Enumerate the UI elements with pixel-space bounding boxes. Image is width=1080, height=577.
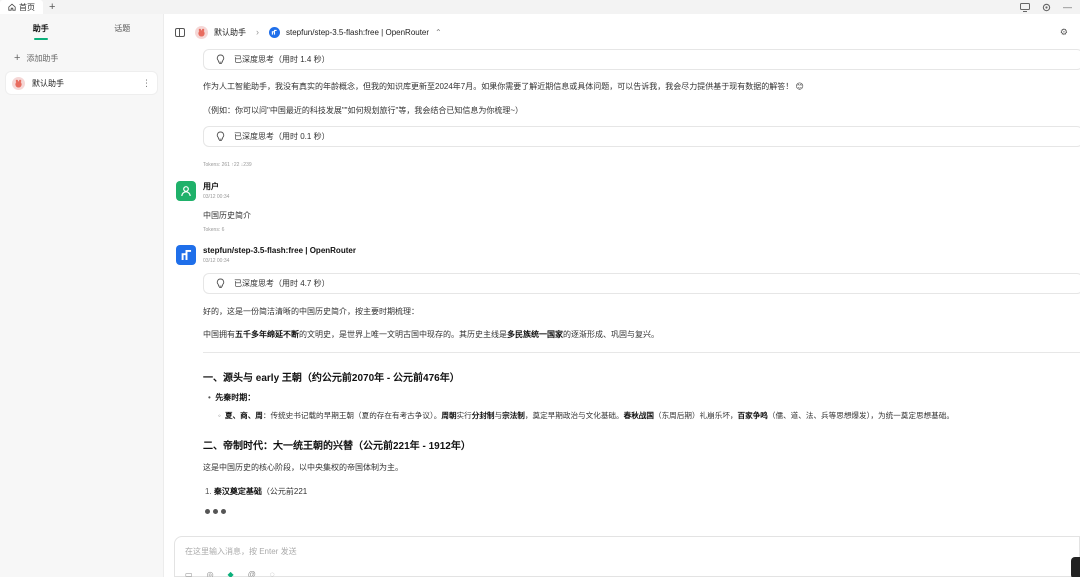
reply-text: 作为人工智能助手，我没有真实的年龄概念，但我的知识库更新至2024年7月。如果你… — [203, 82, 794, 91]
web-search-icon[interactable]: ◎ — [207, 570, 214, 577]
typing-indicator — [205, 509, 226, 514]
answer-intro: 好的，这是一份简洁清晰的中国历史简介，按主要时期梳理： — [203, 307, 419, 316]
user-message-text: 中国历史简介 — [203, 211, 251, 220]
model-avatar-icon — [176, 245, 196, 265]
more-icon[interactable]: ⋮ — [142, 78, 151, 89]
new-tab-plus-icon[interactable]: + — [49, 1, 55, 13]
text: 的逐渐形成、巩固与复兴。 — [563, 330, 659, 339]
monitor-icon[interactable] — [1020, 2, 1030, 12]
text: ：传统史书记载的早期王朝（夏的存在有考古争议）。 — [262, 411, 442, 420]
text: （东周后期）礼崩乐坏， — [653, 411, 738, 420]
thinking-block[interactable]: 已深度思考（用时 0.1 秒） — [203, 126, 1080, 147]
bold-text: 分封制 — [471, 411, 495, 420]
assistant-name: 默认助手 — [32, 78, 64, 88]
assistant-avatar-icon — [195, 25, 208, 39]
bold-text: 夏、商、周 — [224, 411, 263, 420]
tab-assistants[interactable]: 助手 — [0, 14, 82, 46]
bold-text: 秦汉奠定基础 — [213, 487, 262, 496]
thinking-block[interactable]: 已深度思考（用时 4.7 秒） — [203, 273, 1080, 294]
bold-text: 多民族统一国家 — [507, 330, 563, 339]
bold-text: 周朝 — [441, 411, 457, 420]
text: ，奠定早期政治与文化基础。 — [524, 411, 624, 420]
text: （儒、道、法、兵等思想爆发），为统一奠定思想基础。 — [767, 411, 954, 420]
message-list: 已深度思考（用时 1.4 秒） 作为人工智能助手，我没有真实的年龄概念，但我的知… — [164, 46, 1080, 536]
model-logo-icon — [269, 26, 280, 38]
message-input-box[interactable]: 在这里输入消息，按 Enter 发送 ▭ ◎ ◆ @ ◌ — [174, 536, 1080, 577]
text: 的文明史，是世界上唯一文明古国中现存的。其历史主线是 — [299, 330, 507, 339]
mention-icon[interactable]: @ — [248, 570, 256, 577]
lightbulb-icon — [216, 54, 225, 64]
chat-header: 默认助手 › stepfun/step-3.5-flash:free | Ope… — [164, 14, 1080, 50]
token-count: Tokens: 261 ↑22 ↓239 — [203, 162, 252, 168]
chevron-right-icon: › — [256, 27, 259, 37]
smile-emoji-icon: 😊 — [795, 82, 804, 91]
sidebar-toggle-icon[interactable] — [175, 27, 185, 37]
bold-text: 百家争鸣 — [737, 411, 768, 420]
gear-icon[interactable] — [1042, 3, 1051, 12]
thinking-label: 已深度思考（用时 4.7 秒） — [234, 279, 330, 288]
text: 实行 — [456, 411, 472, 420]
lightbulb-icon — [216, 278, 225, 288]
model-selector[interactable]: stepfun/step-3.5-flash:free | OpenRouter — [286, 28, 429, 37]
assistant-avatar-icon — [12, 76, 25, 90]
bold-text: 宗法制 — [502, 411, 525, 420]
add-assistant-button[interactable]: + 添加助手 — [0, 46, 163, 70]
plus-icon: + — [14, 52, 21, 64]
home-icon — [8, 3, 16, 11]
token-count: Tokens: 6 — [203, 227, 225, 233]
header-assistant-name[interactable]: 默认助手 — [214, 27, 246, 38]
bullet-label: 先秦时期： — [215, 393, 256, 402]
add-assistant-label: 添加助手 — [26, 53, 59, 63]
reply-paragraph: 作为人工智能助手，我没有真实的年龄概念，但我的知识库更新至2024年7月。如果你… — [203, 81, 804, 92]
message-input[interactable]: 在这里输入消息，按 Enter 发送 — [185, 546, 297, 557]
sliders-icon[interactable]: ⚙ — [1060, 27, 1068, 38]
section-intro: 这是中国历史的核心阶段，以中央集权的帝国体制为主。 — [203, 463, 403, 472]
section-heading: 一、源头与 early 王朝（约公元前2070年 - 公元前476年） — [203, 373, 460, 384]
assistant-item-default[interactable]: 默认助手 ⋮ — [6, 72, 157, 94]
thinking-label: 已深度思考（用时 1.4 秒） — [234, 55, 330, 64]
model-name: stepfun/step-3.5-flash:free | OpenRouter — [203, 246, 356, 255]
breadcrumb: 默认助手 › stepfun/step-3.5-flash:free | Ope… — [195, 25, 442, 39]
clear-icon[interactable]: ◌ — [270, 570, 275, 577]
user-name: 用户 — [203, 182, 219, 191]
chevron-updown-icon[interactable]: ⌃ — [435, 28, 442, 37]
divider — [203, 352, 1080, 353]
answer-summary: 中国拥有五千多年绵延不断的文明史，是世界上唯一文明古国中现存的。其历史主线是多民… — [203, 329, 659, 340]
sub-bullet-item: ◦ 夏、商、周：传统史书记载的早期王朝（夏的存在有考古争议）。周朝实行分封制与宗… — [218, 411, 954, 420]
user-time: 03/12 00:34 — [203, 194, 230, 200]
model-time: 03/12 00:34 — [203, 258, 230, 264]
knowledge-icon[interactable]: ◆ — [228, 570, 234, 577]
thinking-label: 已深度思考（用时 0.1 秒） — [234, 132, 330, 141]
sidebar: 助手 话题 + 添加助手 默认助手 ⋮ — [0, 14, 164, 577]
minimize-icon[interactable]: — — [1063, 2, 1072, 12]
section-heading: 二、帝制时代：大一统王朝的兴替（公元前221年 - 1912年） — [203, 441, 471, 452]
sidebar-tabs: 助手 话题 — [0, 14, 163, 46]
send-button[interactable] — [1071, 557, 1080, 577]
thinking-block[interactable]: 已深度思考（用时 1.4 秒） — [203, 49, 1080, 70]
tab-topics[interactable]: 话题 — [82, 14, 164, 46]
bold-text: 五千多年绵延不断 — [235, 330, 299, 339]
lightbulb-icon — [216, 131, 225, 141]
tab-home[interactable]: 首页 — [0, 0, 43, 14]
text: 中国拥有 — [203, 330, 235, 339]
user-avatar-icon — [176, 181, 196, 201]
reply-paragraph-example: （例如：你可以问"中国最近的科技发展""如何规划旅行"等，我会结合已知信息为你梳… — [203, 106, 524, 115]
top-tab-bar: 首页 + — — [0, 0, 1080, 14]
attachment-icon[interactable]: ▭ — [185, 570, 193, 577]
window-controls: — — [1020, 0, 1072, 14]
bold-text: 春秋战国 — [623, 411, 654, 420]
tab-home-label: 首页 — [19, 2, 35, 12]
bullet-item: • 先秦时期： — [208, 393, 256, 402]
input-toolbar: ▭ ◎ ◆ @ ◌ — [185, 570, 275, 577]
text: 与 — [494, 411, 503, 420]
text: （公元前221 — [261, 487, 308, 496]
numbered-item: 1. 秦汉奠定基础（公元前221 — [205, 487, 308, 496]
